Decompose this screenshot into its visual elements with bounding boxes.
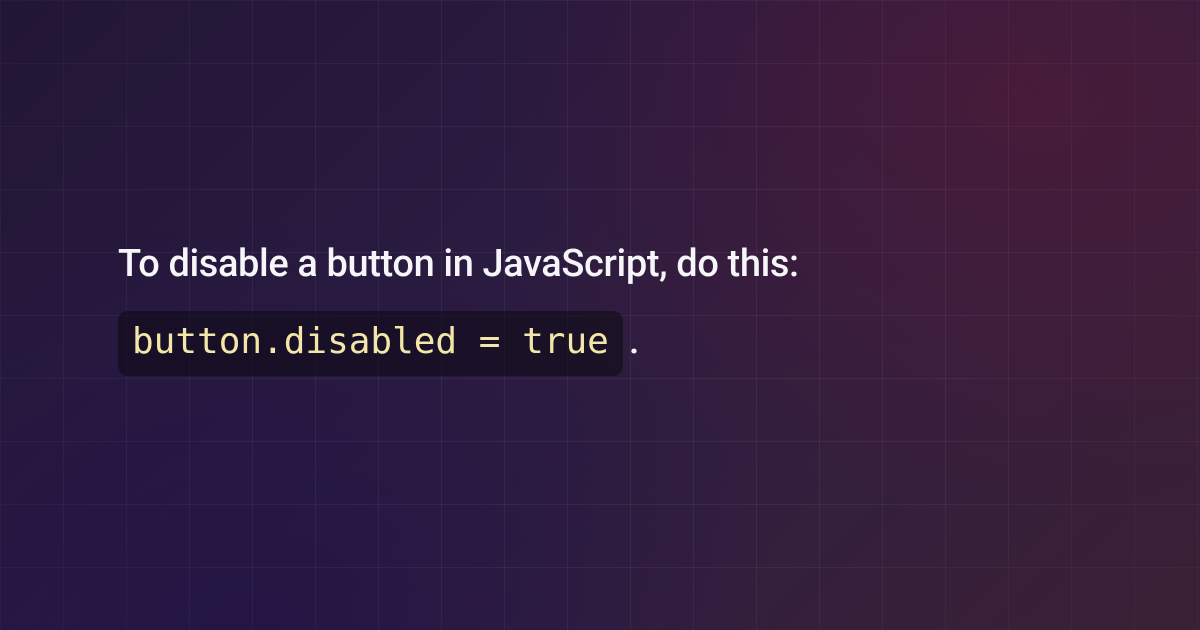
trailing-period: . — [629, 319, 640, 363]
heading-text: To disable a button in JavaScript, do th… — [118, 240, 1120, 289]
code-line: button.disabled = true. — [118, 311, 1120, 375]
content-block: To disable a button in JavaScript, do th… — [118, 240, 1120, 376]
code-snippet: button.disabled = true — [118, 311, 623, 375]
